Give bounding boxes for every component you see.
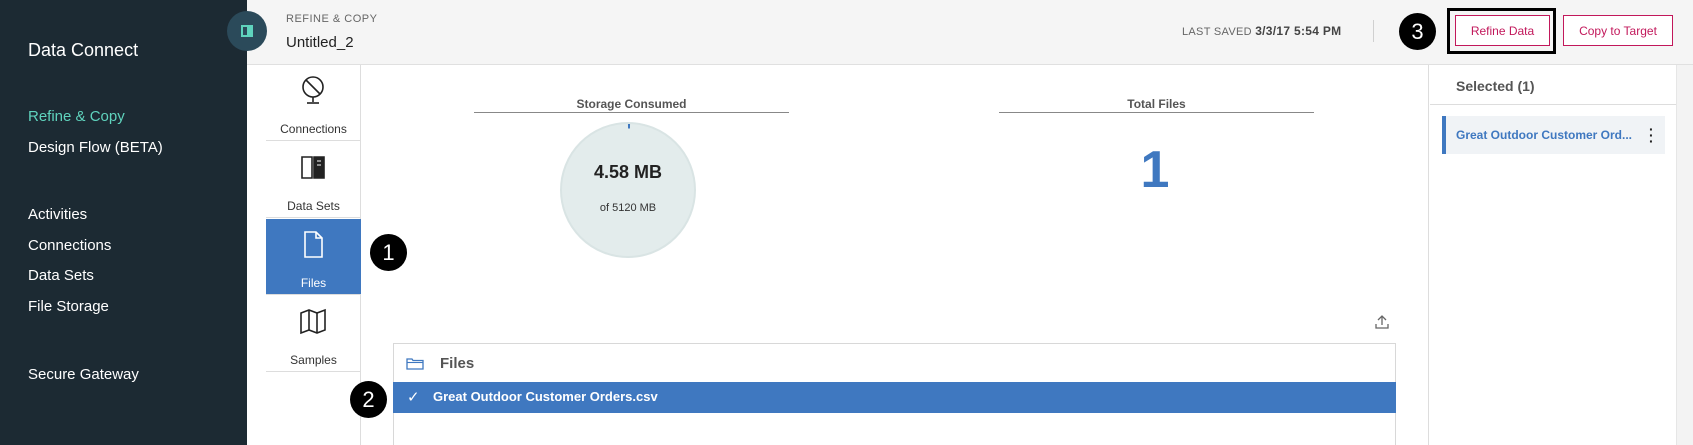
file-name: Great Outdoor Customer Orders.csv — [433, 389, 658, 404]
nav-item-file-storage[interactable]: File Storage — [28, 298, 109, 315]
selected-title-rule — [1430, 104, 1678, 105]
nav-item-secure-gateway[interactable]: Secure Gateway — [28, 366, 139, 383]
nav-item-connections[interactable]: Connections — [28, 237, 111, 254]
last-saved-value: 3/3/17 5:54 PM — [1255, 24, 1342, 38]
last-saved-status: LAST SAVED 3/3/17 5:54 PM — [1182, 24, 1341, 38]
callout-1: 1 — [370, 234, 407, 271]
tool-data-sets[interactable]: Data Sets — [266, 142, 361, 218]
connections-icon — [302, 76, 324, 104]
collapse-sidebar-button[interactable] — [227, 11, 267, 51]
file-icon — [304, 231, 323, 258]
data-sets-icon — [301, 156, 325, 179]
tool-connections[interactable]: Connections — [266, 65, 361, 141]
checkmark-icon: ✓ — [407, 389, 420, 406]
total-files-title: Total Files — [1127, 97, 1186, 111]
storage-used-arc — [627, 124, 631, 129]
callout-2: 2 — [350, 381, 387, 418]
tool-data-sets-label: Data Sets — [287, 199, 340, 213]
copy-to-target-button[interactable]: Copy to Target — [1563, 15, 1673, 46]
selected-item-name: Great Outdoor Customer Ord... — [1456, 128, 1633, 142]
storage-donut-chart — [560, 122, 696, 258]
storage-title-rule — [474, 112, 789, 113]
document-name[interactable]: Untitled_2 — [286, 34, 354, 51]
tool-samples[interactable]: Samples — [266, 296, 361, 372]
breadcrumb: REFINE & COPY — [286, 13, 378, 25]
tool-connections-label: Connections — [280, 122, 347, 136]
callout-3: 3 — [1399, 13, 1436, 50]
header-divider — [1373, 20, 1374, 42]
tool-files[interactable]: Files — [266, 219, 361, 295]
app-title: Data Connect — [28, 40, 139, 60]
selected-item[interactable]: Great Outdoor Customer Ord... · · · — [1442, 116, 1665, 154]
folder-icon — [406, 358, 424, 370]
overflow-menu-icon[interactable]: · · · — [1649, 122, 1654, 148]
total-files-value: 1 — [1140, 141, 1170, 199]
tool-files-label: Files — [300, 276, 327, 290]
left-nav-sidebar: Data Connect Refine & Copy Design Flow (… — [0, 0, 247, 445]
nav-item-refine-copy[interactable]: Refine & Copy — [28, 108, 125, 125]
nav-item-activities[interactable]: Activities — [28, 206, 87, 223]
storage-capacity-caption: of 5120 MB — [599, 202, 657, 214]
refine-button-highlight-frame — [1447, 8, 1556, 54]
nav-item-data-sets[interactable]: Data Sets — [28, 267, 94, 284]
storage-used-value: 4.58 MB — [593, 162, 663, 182]
file-row-selected[interactable]: ✓ Great Outdoor Customer Orders.csv — [393, 382, 1396, 413]
selected-panel-title: Selected (1) — [1456, 78, 1535, 94]
last-saved-label: LAST SAVED — [1182, 26, 1252, 38]
upload-icon[interactable] — [1374, 314, 1390, 330]
vertical-scrollbar[interactable] — [1676, 65, 1693, 445]
storage-consumed-title: Storage Consumed — [576, 97, 687, 111]
panel-toggle-icon — [241, 25, 253, 37]
samples-icon — [300, 308, 326, 335]
source-tool-column: Connections Data Sets Files Samples — [266, 65, 361, 445]
files-list-heading: Files — [440, 355, 475, 372]
nav-item-design-flow[interactable]: Design Flow (BETA) — [28, 139, 163, 156]
total-files-title-rule — [999, 112, 1314, 113]
tool-samples-label: Samples — [290, 353, 337, 367]
